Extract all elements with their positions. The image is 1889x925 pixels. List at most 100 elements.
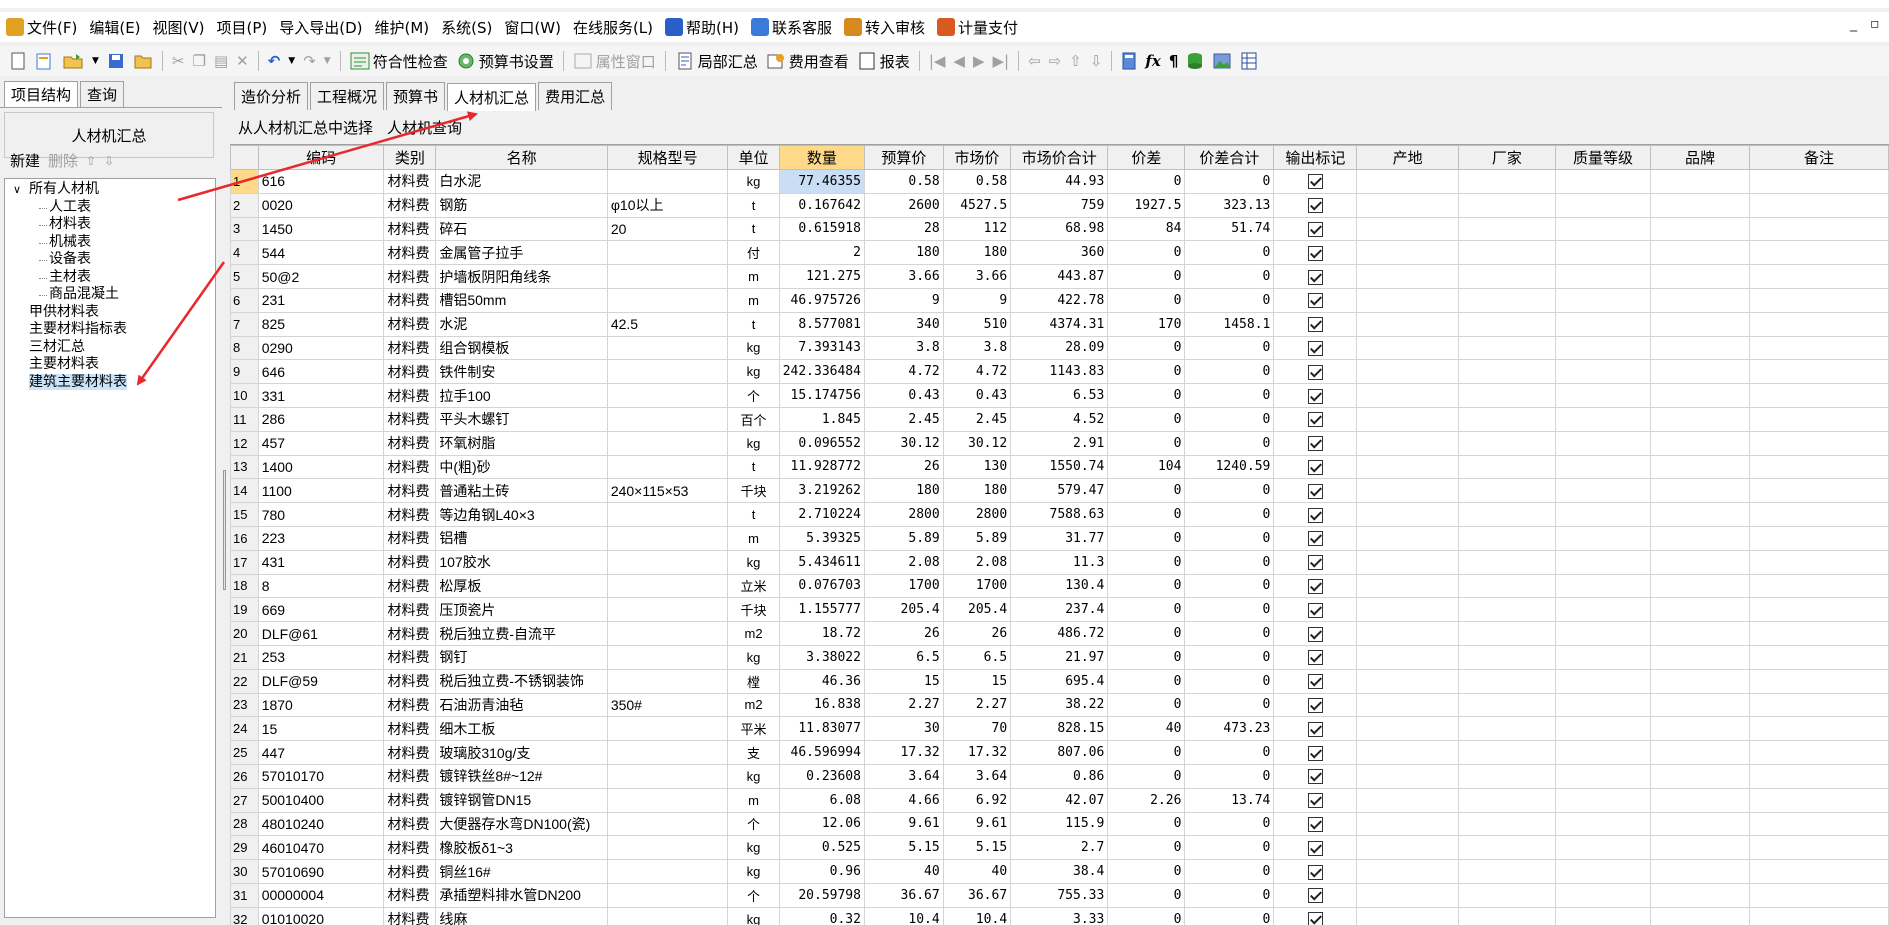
menu-item-3[interactable]: 项目(P) <box>211 14 274 40</box>
table-cell[interactable]: 材料费 <box>383 216 437 242</box>
table-cell[interactable]: 0 <box>1184 335 1275 361</box>
output-flag-checkbox[interactable] <box>1307 888 1323 904</box>
table-row[interactable]: 26 57010170 材料费 镀锌铁丝8#~12# kg 0.23608 3.64 3.64… <box>230 763 1889 789</box>
output-flag-checkbox[interactable] <box>1307 912 1323 925</box>
table-cell[interactable] <box>1356 668 1459 694</box>
table-cell[interactable]: 税后独立费-自流平 <box>435 621 608 646</box>
table-cell[interactable]: 平米 <box>727 716 780 742</box>
table-cell[interactable] <box>1555 525 1651 551</box>
table-cell[interactable] <box>1749 240 1889 266</box>
table-cell[interactable] <box>1649 692 1751 718</box>
column-header[interactable]: 价差合计 <box>1184 145 1275 170</box>
table-cell[interactable]: 46.975726 <box>778 287 865 313</box>
table-row[interactable]: 32 01010020 材料费 线麻 kg 0.32 10.4 10.4 3.33 0 0 <box>230 906 1889 925</box>
table-cell[interactable] <box>1555 383 1651 408</box>
table-cell[interactable]: 2800 <box>863 502 944 527</box>
table-cell[interactable]: 材料费 <box>383 502 437 527</box>
table-cell[interactable] <box>1555 192 1651 218</box>
table-cell[interactable]: 0 <box>1107 811 1186 837</box>
table-cell[interactable]: 2.27 <box>942 692 1012 718</box>
table-cell[interactable] <box>606 264 729 289</box>
table-cell[interactable] <box>1749 311 1889 337</box>
table-cell[interactable]: 材料费 <box>383 549 437 575</box>
row-number[interactable]: 18 <box>230 573 259 599</box>
redo-icon[interactable]: ↷ <box>299 48 320 74</box>
table-cell[interactable] <box>606 430 729 456</box>
table-cell[interactable] <box>1649 264 1751 289</box>
table-cell[interactable]: 1.155777 <box>778 597 865 623</box>
table-cell[interactable]: 4374.31 <box>1010 311 1109 337</box>
table-cell[interactable]: 材料费 <box>383 311 437 337</box>
table-cell[interactable] <box>1356 287 1459 313</box>
row-number[interactable]: 21 <box>230 644 259 670</box>
table-cell[interactable] <box>1457 502 1557 527</box>
table-cell[interactable]: 0 <box>1107 359 1186 385</box>
table-cell[interactable] <box>1555 621 1651 646</box>
table-cell[interactable]: 0 <box>1184 383 1275 408</box>
undo-icon[interactable]: ↶ <box>264 48 285 74</box>
table-cell[interactable] <box>606 383 729 408</box>
table-cell[interactable] <box>1749 525 1889 551</box>
table-cell[interactable] <box>1749 287 1889 313</box>
table-cell[interactable]: φ10以上 <box>606 192 729 218</box>
table-cell[interactable]: t <box>727 192 780 218</box>
output-flag-checkbox[interactable] <box>1307 317 1323 333</box>
table-cell[interactable] <box>1356 859 1459 884</box>
table-row[interactable]: 19 669 材料费 压顶瓷片 千块 1.155777 205.4 205.4 237.4 0 0 <box>230 597 1889 623</box>
table-cell[interactable]: kg <box>727 906 780 925</box>
calculator-icon[interactable] <box>1117 48 1141 74</box>
table-cell[interactable]: 130.4 <box>1010 573 1109 599</box>
table-cell[interactable]: 细木工板 <box>435 716 608 742</box>
table-cell[interactable]: 2.26 <box>1107 787 1186 813</box>
table-cell[interactable] <box>1649 573 1751 599</box>
row-number[interactable]: 29 <box>230 835 259 861</box>
output-flag-checkbox[interactable] <box>1307 222 1323 238</box>
table-cell[interactable]: 4527.5 <box>942 192 1012 218</box>
table-cell[interactable] <box>1649 406 1751 432</box>
output-flag-checkbox[interactable] <box>1307 745 1323 761</box>
table-cell[interactable] <box>1457 169 1557 194</box>
table-cell[interactable]: 13.74 <box>1184 787 1275 813</box>
row-number[interactable]: 23 <box>230 692 259 718</box>
table-cell[interactable] <box>1457 787 1557 813</box>
menu-item-5[interactable]: 维护(M) <box>369 14 436 40</box>
table-row[interactable]: 24 15 材料费 细木工板 平米 11.83077 30 70 828.15 40 473.23 <box>230 716 1889 742</box>
table-cell[interactable]: 0 <box>1184 906 1275 925</box>
table-cell[interactable]: kg <box>727 430 780 456</box>
row-number[interactable]: 32 <box>230 906 259 925</box>
table-cell[interactable]: 28 <box>863 216 944 242</box>
table-cell[interactable]: 1100 <box>257 478 385 504</box>
table-cell[interactable]: kg <box>727 549 780 575</box>
table-cell[interactable] <box>606 169 729 194</box>
table-row[interactable]: 5 50@2 材料费 护墙板阴阳角线条 m 121.275 3.66 3.66 443.87 0 0 <box>230 264 1889 289</box>
table-cell[interactable]: 544 <box>257 240 385 266</box>
table-cell[interactable]: 2.710224 <box>778 502 865 527</box>
table-cell[interactable]: 15 <box>942 668 1012 694</box>
prev-record-icon[interactable]: ◀ <box>949 48 969 74</box>
table-cell[interactable]: 431 <box>257 549 385 575</box>
tree-item[interactable]: 材料表 <box>5 216 215 234</box>
table-cell[interactable]: 0 <box>1184 525 1275 551</box>
table-cell[interactable]: 695.4 <box>1010 668 1109 694</box>
table-cell[interactable]: 121.275 <box>778 264 865 289</box>
table-cell[interactable]: 579.47 <box>1010 478 1109 504</box>
table-cell[interactable]: m <box>727 287 780 313</box>
table-cell[interactable] <box>1356 264 1459 289</box>
table-cell[interactable]: 0 <box>1184 502 1275 527</box>
table-cell[interactable] <box>1457 906 1557 925</box>
table-cell[interactable]: 0.32 <box>778 906 865 925</box>
table-cell[interactable] <box>1649 549 1751 575</box>
expand-chevron-icon[interactable]: ∨ <box>13 181 21 199</box>
table-cell[interactable]: m <box>727 787 780 813</box>
column-header[interactable]: 市场价合计 <box>1010 145 1109 170</box>
table-cell[interactable] <box>1555 240 1651 266</box>
table-cell[interactable]: 26 <box>863 621 944 646</box>
table-cell[interactable]: 3.64 <box>863 763 944 789</box>
new-button[interactable]: 新建 <box>10 150 40 171</box>
table-cell[interactable] <box>1749 264 1889 289</box>
table-cell[interactable]: 180 <box>863 478 944 504</box>
table-cell[interactable]: 0 <box>1107 692 1186 718</box>
table-cell[interactable]: 0 <box>1107 668 1186 694</box>
menu-item-7[interactable]: 窗口(W) <box>498 14 567 40</box>
table-cell[interactable]: 112 <box>942 216 1012 242</box>
